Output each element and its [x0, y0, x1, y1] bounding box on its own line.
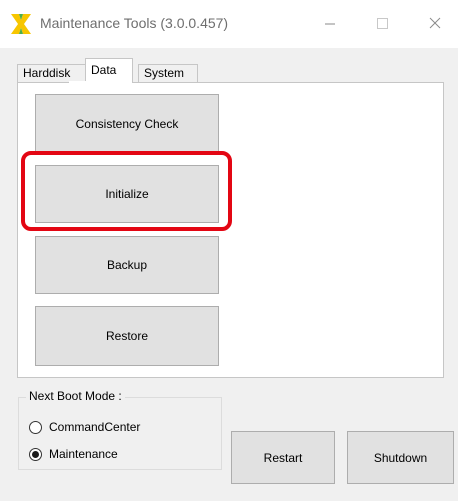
active-tab-joint — [69, 81, 106, 83]
initialize-button[interactable]: Initialize — [35, 165, 219, 223]
tab-harddisk[interactable]: Harddisk — [17, 64, 87, 82]
restart-button[interactable]: Restart — [231, 431, 335, 484]
maximize-icon — [377, 18, 388, 29]
backup-button[interactable]: Backup — [35, 236, 219, 294]
radio-label-commandcenter: CommandCenter — [49, 420, 141, 434]
window-title: Maintenance Tools (3.0.0.457) — [40, 15, 229, 31]
consistency-check-button[interactable]: Consistency Check — [35, 94, 219, 154]
app-icon — [11, 14, 31, 34]
radio-button-maintenance[interactable] — [29, 447, 42, 461]
boot-mode-legend: Next Boot Mode : — [26, 389, 125, 403]
radio-label-maintenance: Maintenance — [49, 447, 118, 461]
radio-button-commandcenter[interactable] — [29, 420, 42, 434]
title-bar: Maintenance Tools (3.0.0.457) — [0, 0, 458, 48]
shutdown-button[interactable]: Shutdown — [347, 431, 454, 484]
maximize-button[interactable] — [359, 0, 405, 46]
maintenance-tools-window: Maintenance Tools (3.0.0.457) Harddisk D… — [0, 0, 458, 501]
radio-option-commandcenter[interactable]: CommandCenter — [29, 418, 140, 436]
minimize-icon — [325, 23, 335, 25]
tab-data[interactable]: Data — [85, 58, 133, 83]
tab-system[interactable]: System — [138, 64, 198, 82]
radio-option-maintenance[interactable]: Maintenance — [29, 445, 118, 463]
close-button[interactable] — [412, 0, 458, 46]
minimize-button[interactable] — [307, 0, 353, 46]
close-icon — [429, 17, 441, 29]
restore-button[interactable]: Restore — [35, 306, 219, 366]
